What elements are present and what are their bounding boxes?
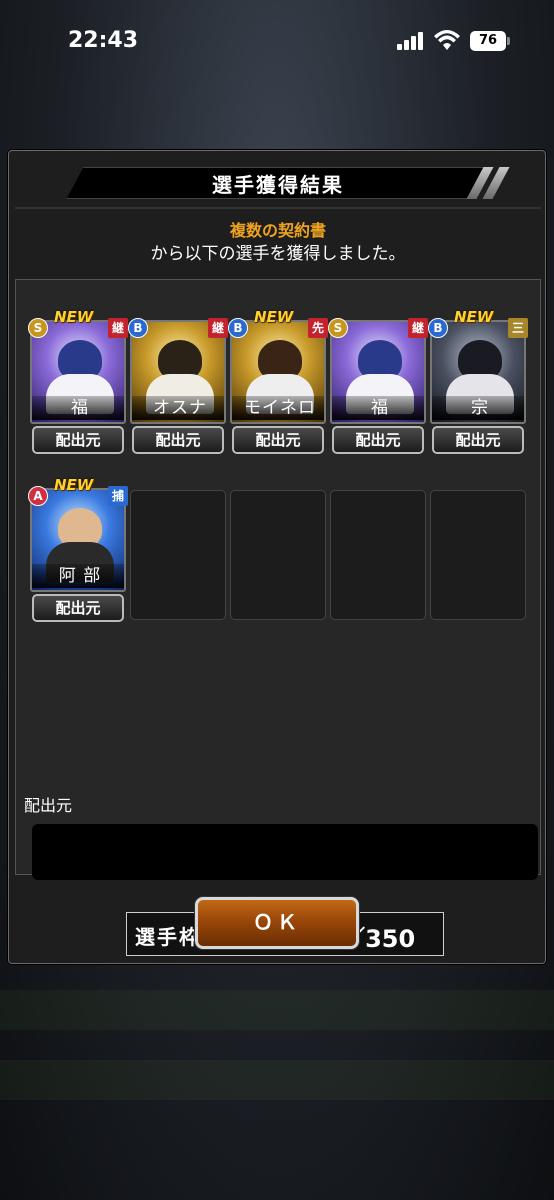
position-badge: 継 [208, 318, 228, 338]
source-button[interactable]: 配出元 [32, 426, 124, 454]
rank-badge: B [228, 318, 248, 338]
dialog-title: 選手獲得結果 [212, 173, 344, 197]
player-name: 宗 [432, 396, 524, 420]
source-item-text: 複数の契約書 [229, 221, 326, 240]
source-button[interactable]: 配出元 [132, 426, 224, 454]
player-name: 阿 部 [32, 564, 124, 588]
empty-slot [430, 490, 526, 620]
source-button[interactable]: 配出元 [32, 594, 124, 622]
empty-slot [230, 490, 326, 620]
acquisition-result-dialog: 選手獲得結果 複数の契約書 から以下の選手を獲得しました。 福 S 継 NEW … [8, 150, 546, 964]
empty-slot [330, 490, 426, 620]
signal-icon [397, 32, 427, 50]
player-card[interactable]: オスナ B 継 配出元 [128, 318, 228, 456]
empty-slot [130, 490, 226, 620]
ok-button[interactable]: ＯＫ [195, 897, 359, 949]
player-grid-panel: 福 S 継 NEW 配出元 オスナ B 継 配出元 モイネロ B 先 NEW 配… [15, 279, 541, 956]
position-badge: 先 [308, 318, 328, 338]
new-tag: NEW [54, 476, 94, 494]
player-card[interactable]: モイネロ B 先 NEW 配出元 [228, 308, 328, 456]
wifi-icon [434, 30, 460, 52]
player-card[interactable]: 宗 B 三 NEW 配出元 [428, 308, 528, 456]
rank-badge: S [328, 318, 348, 338]
player-name: 福 [32, 396, 124, 420]
player-card[interactable]: 福 S 継 配出元 [328, 318, 428, 456]
player-card[interactable]: 福 S 継 NEW 配出元 [28, 308, 128, 456]
battery-icon: 76 [470, 31, 510, 51]
rank-badge: B [428, 318, 448, 338]
position-badge: 三 [508, 318, 528, 338]
player-card[interactable]: 阿 部 A 捕 NEW 配出元 [28, 476, 128, 624]
clock: 22:43 [68, 28, 139, 53]
divider [15, 207, 541, 209]
source-label: 配出元 [24, 796, 73, 815]
rank-badge: S [28, 318, 48, 338]
new-tag: NEW [454, 308, 494, 326]
source-detail-box [32, 824, 538, 880]
rank-badge: A [28, 486, 48, 506]
player-name: オスナ [132, 396, 224, 420]
rank-badge: B [128, 318, 148, 338]
position-badge: 継 [108, 318, 128, 338]
result-message: から以下の選手を獲得しました。 [150, 244, 406, 264]
status-bar: 22:43 76 [0, 0, 554, 80]
source-button[interactable]: 配出元 [332, 426, 424, 454]
player-name: 福 [332, 396, 424, 420]
position-badge: 継 [408, 318, 428, 338]
source-button[interactable]: 配出元 [232, 426, 324, 454]
position-badge: 捕 [108, 486, 128, 506]
new-tag: NEW [54, 308, 94, 326]
player-name: モイネロ [232, 396, 324, 420]
source-button[interactable]: 配出元 [432, 426, 524, 454]
new-tag: NEW [254, 308, 294, 326]
